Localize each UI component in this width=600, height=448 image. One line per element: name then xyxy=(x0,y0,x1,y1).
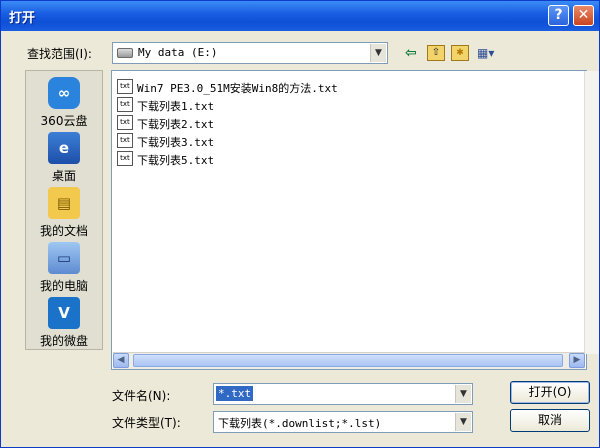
file-name-label: 文件名(N): xyxy=(112,389,171,403)
new-folder-icon[interactable]: ✱ xyxy=(451,45,469,61)
help-button[interactable]: ? xyxy=(548,5,569,26)
dialog-title: 打开 xyxy=(9,11,36,26)
documents-icon: ▤ xyxy=(48,187,80,219)
close-button[interactable]: ✕ xyxy=(573,5,594,26)
back-arrow-icon[interactable]: ⇦ xyxy=(405,45,417,61)
place-label: 我的电脑 xyxy=(39,279,88,293)
place-label: 桌面 xyxy=(51,169,76,183)
file-name: 下载列表2.txt xyxy=(137,118,215,131)
place-my-computer[interactable]: ▭ 我的电脑 xyxy=(26,242,102,294)
cancel-button[interactable]: 取消 xyxy=(510,409,590,432)
file-name: 下载列表1.txt xyxy=(137,100,215,113)
open-button[interactable]: 打开(O) xyxy=(510,381,590,404)
scroll-thumb[interactable] xyxy=(133,354,563,367)
txt-file-icon: txt xyxy=(117,115,133,130)
computer-icon: ▭ xyxy=(48,242,80,274)
place-label: 360云盘 xyxy=(40,114,88,128)
file-name: Win7 PE3.0_51M安装Win8的方法.txt xyxy=(137,82,338,95)
title-bar[interactable]: 打开 ? ✕ xyxy=(1,1,599,31)
txt-file-icon: txt xyxy=(117,97,133,112)
file-type-dropdown[interactable]: 下载列表(*.downlist;*.lst) ▼ xyxy=(213,411,473,433)
file-list[interactable]: txt Win7 PE3.0_51M安装Win8的方法.txt txt 下载列表… xyxy=(111,70,587,370)
views-menu-icon[interactable]: ▦▾ xyxy=(477,45,501,61)
look-in-value: My data (E:) xyxy=(138,46,218,59)
place-360-cloud[interactable]: ∞ 360云盘 xyxy=(26,77,102,129)
file-name: 下载列表3.txt xyxy=(137,136,215,149)
up-folder-icon[interactable]: ⇧ xyxy=(427,45,445,61)
place-label: 我的文档 xyxy=(39,224,88,238)
place-label: 我的微盘 xyxy=(39,334,88,348)
place-desktop[interactable]: e 桌面 xyxy=(26,132,102,184)
vertical-scrollbar[interactable] xyxy=(584,71,599,354)
txt-file-icon: txt xyxy=(117,79,133,94)
place-my-documents[interactable]: ▤ 我的文档 xyxy=(26,187,102,239)
chevron-down-icon[interactable]: ▼ xyxy=(455,385,471,403)
scroll-left-icon[interactable]: ◀ xyxy=(113,353,129,368)
file-name: 下载列表5.txt xyxy=(137,154,215,167)
places-bar: ∞ 360云盘 e 桌面 ▤ 我的文档 ▭ 我的电脑 V 我的微盘 xyxy=(25,70,103,350)
chevron-down-icon[interactable]: ▼ xyxy=(370,44,386,62)
file-type-value: 下载列表(*.downlist;*.lst) xyxy=(218,417,382,430)
open-file-dialog: 打开 ? ✕ 查找范围(I): My data (E:) ▼ ⇦ ⇧ ✱ ▦▾ … xyxy=(0,0,600,448)
desktop-icon: e xyxy=(48,132,80,164)
place-weipan[interactable]: V 我的微盘 xyxy=(26,297,102,349)
weipan-icon: V xyxy=(48,297,80,329)
cloud-icon: ∞ xyxy=(48,77,80,109)
chevron-down-icon[interactable]: ▼ xyxy=(455,413,471,431)
look-in-dropdown[interactable]: My data (E:) ▼ xyxy=(112,42,388,64)
drive-icon xyxy=(117,48,133,58)
file-type-label: 文件类型(T): xyxy=(112,416,181,430)
scroll-right-icon[interactable]: ▶ xyxy=(569,353,585,368)
horizontal-scrollbar[interactable]: ◀ ▶ xyxy=(113,352,585,369)
txt-file-icon: txt xyxy=(117,133,133,148)
txt-file-icon: txt xyxy=(117,151,133,166)
look-in-label: 查找范围(I): xyxy=(27,47,92,61)
file-name-value[interactable]: *.txt xyxy=(216,386,254,401)
file-name-input[interactable]: *.txt ▼ xyxy=(213,383,473,405)
